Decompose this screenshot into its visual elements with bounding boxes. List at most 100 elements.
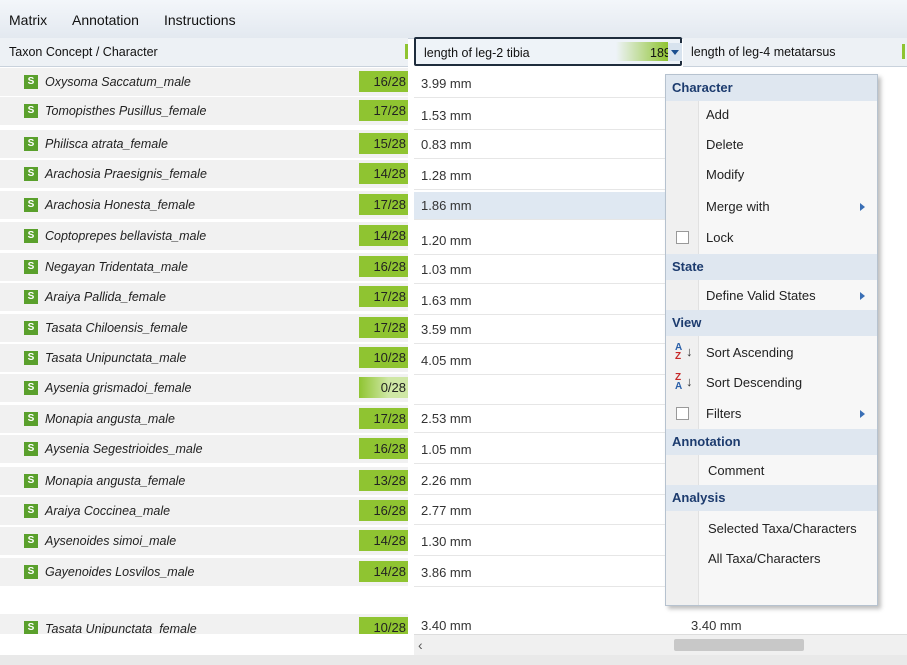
value-cell[interactable]: 1.53 mm <box>414 102 680 130</box>
value-cell[interactable]: 1.20 mm <box>414 227 680 255</box>
taxon-row[interactable]: S Tomopisthes Pusillus_female 17/28 <box>0 97 408 126</box>
taxon-row[interactable]: S Monapia angusta_female 13/28 <box>0 467 408 496</box>
menu-item-add[interactable]: Add <box>666 101 877 129</box>
completeness-score: 17/28 <box>359 100 408 121</box>
taxon-name: Monapia angusta_male <box>45 412 175 426</box>
character-column-header-1[interactable]: length of leg-2 tibia 189/ <box>414 37 682 66</box>
menu-item-all-taxa[interactable]: All Taxa/Characters <box>666 545 877 573</box>
species-badge-icon: S <box>24 229 38 243</box>
menu-instructions[interactable]: Instructions <box>164 12 236 28</box>
value-cell[interactable]: 1.63 mm <box>414 287 680 315</box>
menu-item-define-valid-states[interactable]: Define Valid States <box>666 282 877 310</box>
value-cell[interactable]: 2.77 mm <box>414 497 680 525</box>
value-cell[interactable]: 2.53 mm <box>414 405 680 433</box>
taxon-row[interactable]: S Tasata Unipunctata_male 10/28 <box>0 344 408 373</box>
menu-item-label: Selected Taxa/Characters <box>708 521 857 536</box>
value-cell[interactable]: 3.86 mm <box>414 559 680 587</box>
menu-item-comment[interactable]: Comment <box>666 457 877 485</box>
species-badge-icon: S <box>24 474 38 488</box>
cell-value: 1.05 mm <box>421 442 472 457</box>
scroll-thumb[interactable] <box>674 639 804 651</box>
arrow-down-icon: ↓ <box>686 374 693 389</box>
lock-checkbox[interactable] <box>676 231 689 244</box>
cell-value: 1.20 mm <box>421 233 472 248</box>
character-column-header-2[interactable]: length of leg-4 metatarsus <box>683 38 907 67</box>
filters-checkbox[interactable] <box>676 407 689 420</box>
value-cell[interactable] <box>414 377 680 405</box>
taxon-row[interactable]: S Monapia angusta_male 17/28 <box>0 405 408 434</box>
cell-value: 0.83 mm <box>421 137 472 152</box>
taxon-name: Philisca atrata_female <box>45 137 168 151</box>
completeness-score: 17/28 <box>359 286 408 307</box>
taxon-row[interactable]: S Philisca atrata_female 15/28 <box>0 130 408 159</box>
species-badge-icon: S <box>24 167 38 181</box>
species-badge-icon: S <box>24 351 38 365</box>
taxon-header-label: Taxon Concept / Character <box>9 45 158 59</box>
menu-item-merge-with[interactable]: Merge with <box>666 193 877 221</box>
taxon-row[interactable]: S Coptoprepes bellavista_male 14/28 <box>0 222 408 251</box>
completeness-score: 13/28 <box>359 470 408 491</box>
taxon-row[interactable]: S Araiya Pallida_female 17/28 <box>0 283 408 312</box>
taxon-row[interactable]: S Tasata Chiloensis_female 17/28 <box>0 314 408 343</box>
taxon-row[interactable]: S Gayenoides Losvilos_male 14/28 <box>0 558 408 587</box>
taxon-name: Tasata Chiloensis_female <box>45 321 188 335</box>
menu-item-sort-ascending[interactable]: A Z ↓ Sort Ascending <box>666 339 877 367</box>
species-badge-icon: S <box>24 260 38 274</box>
value-cell[interactable]: 1.86 mm <box>414 192 680 220</box>
value-cell[interactable]: 4.05 mm <box>414 347 680 375</box>
menu-matrix[interactable]: Matrix <box>9 12 47 28</box>
taxon-row[interactable]: S Tasata Unipunctata_female 10/28 <box>0 614 408 635</box>
cell-value: 1.86 mm <box>421 198 472 213</box>
taxon-name: Tomopisthes Pusillus_female <box>45 104 207 118</box>
menu-item-modify[interactable]: Modify <box>666 161 877 189</box>
taxon-row[interactable]: S Negayan Tridentata_male 16/28 <box>0 253 408 282</box>
taxon-row[interactable]: S Aysenia grismadoi_female 0/28 <box>0 374 408 403</box>
horizontal-scrollbar[interactable]: ‹ <box>414 634 907 655</box>
cell-value: 3.99 mm <box>421 76 472 91</box>
species-badge-icon: S <box>24 565 38 579</box>
value-cell[interactable]: 3.40 mm <box>414 612 680 635</box>
column-context-menu: Character Add Delete Modify Merge with L… <box>665 74 878 606</box>
menu-item-delete[interactable]: Delete <box>666 131 877 159</box>
taxon-name: Monapia angusta_female <box>45 474 186 488</box>
menu-item-label: Delete <box>706 137 744 152</box>
menu-item-filters[interactable]: Filters <box>666 400 877 428</box>
cell-value: 1.63 mm <box>421 293 472 308</box>
column-dropdown-button[interactable] <box>668 43 682 61</box>
completeness-score: 14/28 <box>359 561 408 582</box>
species-badge-icon: S <box>24 504 38 518</box>
menu-item-selected-taxa[interactable]: Selected Taxa/Characters <box>666 515 877 543</box>
taxon-row[interactable]: S Aysenia Segestrioides_male 16/28 <box>0 435 408 464</box>
taxon-row[interactable]: S Arachosia Praesignis_female 14/28 <box>0 160 408 189</box>
value-cell[interactable]: 1.05 mm <box>414 436 680 464</box>
value-cell[interactable]: 1.28 mm <box>414 162 680 190</box>
taxon-name: Negayan Tridentata_male <box>45 260 188 274</box>
menu-item-label: Merge with <box>706 199 770 214</box>
value-cell[interactable]: 0.83 mm <box>414 131 680 159</box>
submenu-arrow-icon <box>860 203 865 211</box>
value-cell[interactable]: 1.30 mm <box>414 528 680 556</box>
taxon-row[interactable]: S Oxysoma Saccatum_male 16/28 <box>0 68 408 97</box>
value-cell[interactable]: 3.99 mm <box>414 70 680 98</box>
scroll-left-icon[interactable]: ‹ <box>418 637 423 653</box>
taxon-row[interactable]: S Araiya Coccinea_male 16/28 <box>0 497 408 526</box>
taxon-column-header[interactable]: Taxon Concept / Character <box>0 38 408 67</box>
value-cell[interactable]: 1.03 mm <box>414 256 680 284</box>
taxon-name: Aysenia Segestrioides_male <box>45 442 203 456</box>
menu-annotation[interactable]: Annotation <box>72 12 139 28</box>
menu-item-label: Sort Ascending <box>706 345 794 360</box>
menu-section-annotation: Annotation <box>666 429 877 455</box>
col2-cell[interactable]: 3.40 mm <box>683 612 907 636</box>
taxon-row[interactable]: S Arachosia Honesta_female 17/28 <box>0 191 408 220</box>
value-cell[interactable]: 2.26 mm <box>414 467 680 495</box>
menu-item-lock[interactable]: Lock <box>666 224 877 252</box>
species-badge-icon: S <box>24 290 38 304</box>
taxon-row[interactable]: S Aysenoides simoi_male 14/28 <box>0 527 408 556</box>
menu-item-sort-descending[interactable]: Z A ↓ Sort Descending <box>666 369 877 397</box>
cell-value: 3.59 mm <box>421 322 472 337</box>
col1-header-label: length of leg-2 tibia <box>424 46 530 60</box>
species-badge-icon: S <box>24 381 38 395</box>
taxon-name: Aysenia grismadoi_female <box>45 381 192 395</box>
value-cell[interactable]: 3.59 mm <box>414 316 680 344</box>
header-marker <box>405 44 408 59</box>
